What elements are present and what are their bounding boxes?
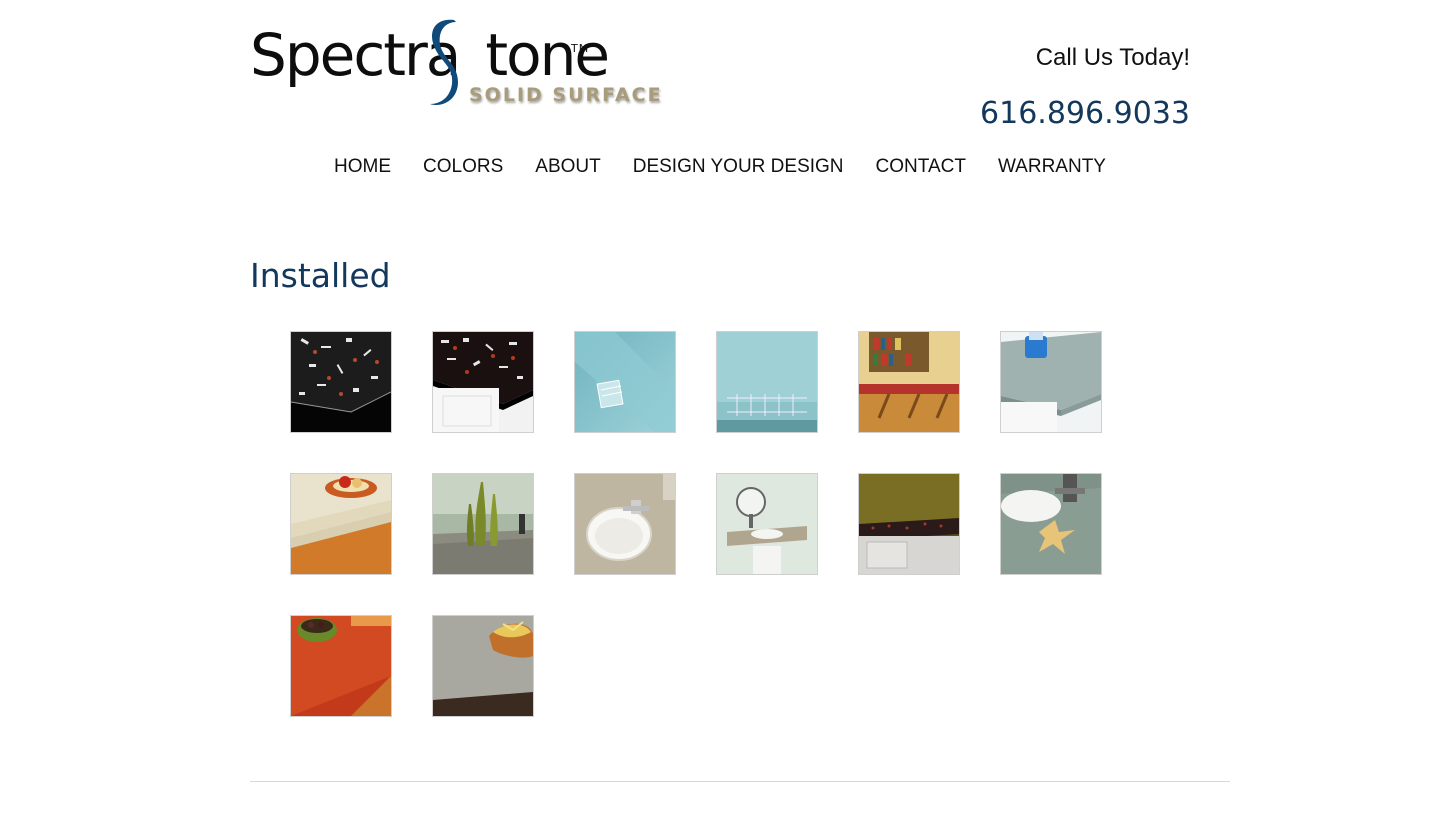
gallery-thumbnail[interactable] [432,615,534,717]
phone-number[interactable]: 616.896.9033 [980,96,1190,131]
nav-item-home[interactable]: HOME [334,156,391,178]
logo-s-swoosh-icon [430,19,458,106]
call-us-label: Call Us Today! [1035,44,1190,71]
page-title: Installed [250,256,391,295]
nav-item-colors[interactable]: COLORS [423,156,503,178]
gallery-thumbnail[interactable] [574,473,676,575]
gallery-thumbnail[interactable] [716,473,818,575]
gallery-thumbnail[interactable] [432,331,534,433]
nav-item-warranty[interactable]: WARRANTY [998,156,1106,178]
gallery-thumbnail[interactable] [290,473,392,575]
logo-tagline: SOLID SURFACE [469,84,663,106]
gallery-thumbnail[interactable] [290,331,392,433]
main-nav: HOME COLORS ABOUT DESIGN YOUR DESIGN CON… [250,156,1190,178]
nav-item-contact[interactable]: CONTACT [876,156,966,178]
gallery-thumbnail[interactable] [858,331,960,433]
logo-trademark: TM [571,42,590,55]
gallery-thumbnail[interactable] [290,615,392,717]
gallery-thumbnail[interactable] [716,331,818,433]
logo-word-part2: tone [485,21,610,89]
gallery-thumbnail[interactable] [574,331,676,433]
nav-item-design-your-design[interactable]: DESIGN YOUR DESIGN [633,156,844,178]
page-container: Spectra tone TM SOLID SURFACE Call Us Tod… [250,0,1230,822]
spectrastone-logo[interactable]: Spectra tone TM SOLID SURFACE [250,16,661,111]
gallery-thumbnail[interactable] [1000,473,1102,575]
gallery-thumbnail[interactable] [1000,331,1102,433]
footer-divider [250,781,1230,782]
browser-viewport: Spectra tone TM SOLID SURFACE Call Us Tod… [0,0,1440,822]
gallery-thumbnail[interactable] [432,473,534,575]
nav-item-about[interactable]: ABOUT [535,156,600,178]
gallery-thumbnail[interactable] [858,473,960,575]
